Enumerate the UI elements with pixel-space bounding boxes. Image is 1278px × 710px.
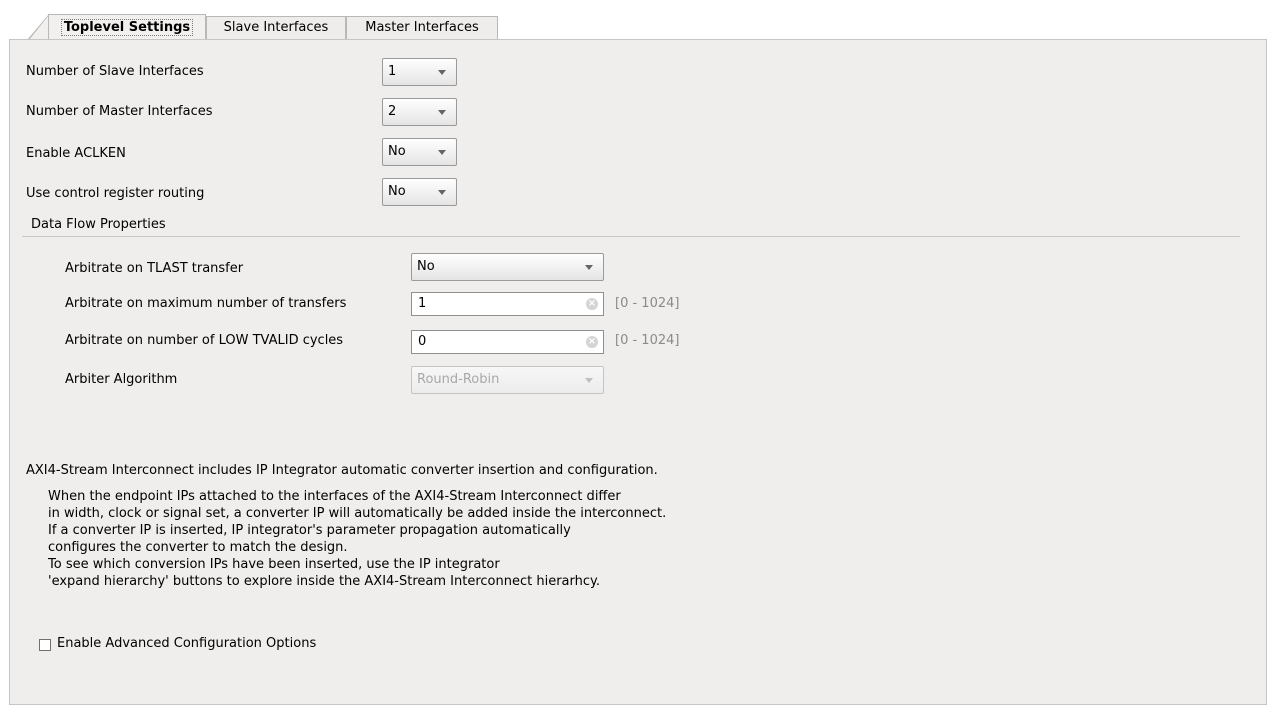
algorithm-select: Round-Robin: [411, 366, 604, 394]
settings-panel: [9, 39, 1267, 705]
tab-bar: Toplevel Settings Slave Interfaces Maste…: [0, 0, 1278, 40]
algorithm-label: Arbiter Algorithm: [65, 372, 178, 387]
chevron-down-icon: [585, 265, 593, 270]
num-slave-value: 1: [388, 64, 397, 79]
tlast-select[interactable]: No: [411, 253, 604, 281]
ctrl-routing-select[interactable]: No: [382, 178, 457, 206]
chevron-down-icon: [438, 190, 446, 195]
ctrl-routing-value: No: [388, 184, 406, 199]
tab-label: Slave Interfaces: [223, 20, 329, 35]
info-line: If a converter IP is inserted, IP integr…: [48, 523, 571, 538]
num-master-value: 2: [388, 104, 397, 119]
tab-toplevel-settings[interactable]: Toplevel Settings: [48, 14, 206, 40]
tab-master-interfaces[interactable]: Master Interfaces: [346, 16, 498, 39]
aclken-select[interactable]: No: [382, 138, 457, 166]
clear-icon[interactable]: ×: [586, 336, 598, 348]
tab-label: Master Interfaces: [365, 20, 479, 35]
low-tvalid-value: 0: [418, 334, 427, 349]
algorithm-value: Round-Robin: [417, 372, 500, 387]
tab-slave-interfaces[interactable]: Slave Interfaces: [206, 16, 346, 39]
info-heading: AXI4-Stream Interconnect includes IP Int…: [26, 463, 658, 478]
clear-icon[interactable]: ×: [586, 298, 598, 310]
num-slave-select[interactable]: 1: [382, 58, 457, 86]
advanced-config-label[interactable]: Enable Advanced Configuration Options: [57, 636, 316, 651]
ctrl-routing-label: Use control register routing: [26, 186, 205, 201]
tlast-value: No: [417, 259, 435, 274]
low-tvalid-range: [0 - 1024]: [615, 333, 680, 348]
info-line: 'expand hierarchy' buttons to explore in…: [48, 574, 600, 589]
chevron-down-icon: [585, 378, 593, 383]
group-divider: [22, 236, 1240, 237]
tab-corner-fill: [29, 15, 49, 40]
max-transfers-label: Arbitrate on maximum number of transfers: [65, 296, 347, 311]
advanced-config-checkbox[interactable]: [39, 639, 51, 651]
data-flow-title: Data Flow Properties: [31, 217, 166, 232]
tlast-label: Arbitrate on TLAST transfer: [65, 261, 244, 276]
info-line: in width, clock or signal set, a convert…: [48, 506, 667, 521]
chevron-down-icon: [438, 150, 446, 155]
low-tvalid-input[interactable]: 0 ×: [411, 330, 604, 354]
aclken-label: Enable ACLKEN: [26, 146, 126, 161]
info-line: When the endpoint IPs attached to the in…: [48, 489, 621, 504]
chevron-down-icon: [438, 70, 446, 75]
num-master-select[interactable]: 2: [382, 98, 457, 126]
aclken-value: No: [388, 144, 406, 159]
tab-label: Toplevel Settings: [60, 19, 194, 36]
info-line: configures the converter to match the de…: [48, 540, 348, 555]
num-slave-label: Number of Slave Interfaces: [26, 64, 204, 79]
low-tvalid-label: Arbitrate on number of LOW TVALID cycles: [65, 333, 344, 348]
info-line: To see which conversion IPs have been in…: [48, 557, 500, 572]
max-transfers-input[interactable]: 1 ×: [411, 292, 604, 316]
max-transfers-range: [0 - 1024]: [615, 296, 680, 311]
num-master-label: Number of Master Interfaces: [26, 104, 213, 119]
chevron-down-icon: [438, 110, 446, 115]
max-transfers-value: 1: [418, 296, 427, 311]
